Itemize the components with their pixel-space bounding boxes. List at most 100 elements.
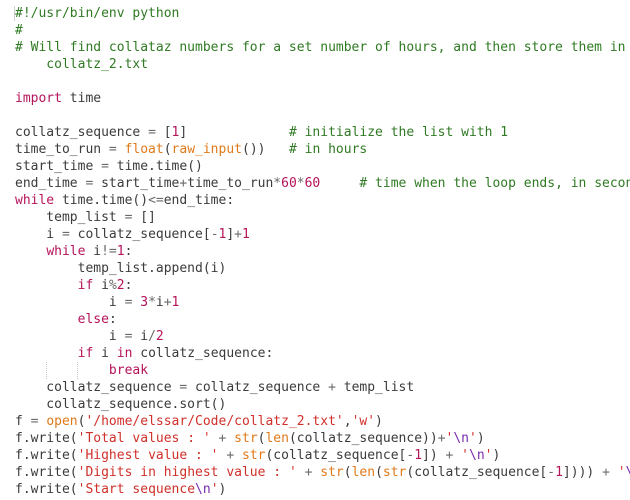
code-text-token: (collatz_sequence)) — [288, 431, 438, 446]
code-line[interactable]: temp_list = [] — [15, 209, 630, 226]
code-line[interactable]: end_time = start_time+time_to_run*60*60 … — [15, 175, 630, 192]
operator-token: + — [226, 448, 235, 463]
code-line[interactable] — [15, 73, 630, 90]
code-line[interactable]: else: — [15, 311, 630, 328]
builtin-token: len — [351, 465, 376, 480]
code-line[interactable]: if i%2: — [15, 277, 630, 294]
code-text-token: i — [85, 244, 102, 259]
number-token: 3 — [140, 295, 149, 310]
string-token: ' — [617, 465, 626, 480]
operator-token: + — [163, 295, 172, 310]
code-text-token: temp_list.append(i) — [15, 261, 227, 276]
code-text-token: i — [15, 295, 125, 310]
code-text-token: temp_list — [15, 210, 125, 225]
code-text-token: ) — [476, 431, 485, 446]
code-line[interactable]: temp_list.append(i) — [15, 260, 630, 277]
code-line[interactable]: collatz_sequence = [1] # initialize the … — [15, 124, 630, 141]
keyword-token: in — [116, 346, 133, 361]
code-text-token: [] — [132, 210, 156, 225]
number-token: 1 — [116, 244, 125, 259]
code-line[interactable]: i = 3*i+1 — [15, 294, 630, 311]
operator-token: / — [148, 329, 156, 344]
string-token: 'Total values : ' — [77, 431, 211, 446]
code-line[interactable]: start_time = time.time() — [15, 158, 630, 175]
code-line[interactable]: collatz_sequence = collatz_sequence + te… — [15, 379, 630, 396]
code-text-token: end_time: — [163, 193, 235, 208]
number-token: 1 — [242, 227, 250, 242]
builtin-token: str — [320, 465, 344, 480]
string-token: ' — [469, 431, 477, 446]
code-line[interactable]: if i in collatz_sequence: — [15, 345, 630, 362]
operator-token: = — [148, 125, 156, 140]
code-text-token: time.time() — [54, 193, 149, 208]
code-text-token: i — [93, 278, 109, 293]
code-text-token: : — [124, 278, 133, 293]
operator-token: + — [602, 465, 610, 480]
code-line[interactable]: f.write('Start sequence\n') — [15, 481, 630, 498]
number-token: 2 — [155, 329, 164, 344]
operator-token: * — [273, 176, 282, 191]
code-text-token: start_time — [93, 176, 180, 191]
code-line[interactable]: while time.time()<=end_time: — [15, 192, 630, 209]
code-line[interactable]: # Will find collataz numbers for a set n… — [15, 39, 630, 56]
code-text-token: ]) — [422, 448, 446, 463]
code-text-token: [ — [155, 125, 172, 140]
code-text-token: end_time — [15, 176, 86, 191]
code-editor[interactable]: #!/usr/bin/env python # # Will find collat… — [14, 5, 630, 498]
code-line[interactable]: import time — [15, 90, 630, 107]
code-text-token: (collatz_sequence[ — [265, 448, 407, 463]
code-line[interactable]: time_to_run = float(raw_input()) # in ho… — [15, 141, 630, 158]
code-text-token: start_time — [15, 159, 102, 174]
code-text-token: time — [61, 91, 102, 106]
number-token: 1 — [555, 465, 563, 480]
indent-guide — [77, 362, 78, 379]
operator-token: = — [101, 159, 109, 174]
comment-token: # Will find collataz numbers for a set n… — [15, 40, 626, 55]
code-text-token: collatz_sequence — [15, 380, 180, 395]
code-text-token: time_to_run — [15, 142, 109, 157]
code-line[interactable]: while i!=1: — [15, 243, 630, 260]
code-line[interactable]: # — [15, 22, 630, 39]
comment-token: #!/usr/bin/env python — [15, 6, 180, 21]
code-text-token: i — [93, 346, 117, 361]
code-line[interactable] — [15, 107, 630, 124]
code-text-token: , — [343, 414, 352, 429]
code-line[interactable]: #!/usr/bin/env python — [14, 5, 630, 22]
code-line[interactable]: break — [15, 362, 630, 379]
code-text-token: f.write( — [15, 448, 78, 463]
string-token: 'w' — [351, 414, 376, 429]
number-token: 2 — [116, 278, 125, 293]
code-text-token: (collatz_sequence[ — [406, 465, 548, 480]
string-token: ' — [461, 448, 469, 463]
string-token: 'Highest value : ' — [77, 448, 219, 463]
builtin-token: str — [242, 448, 266, 463]
escape-token: \n — [453, 431, 469, 446]
operator-token: = — [61, 227, 70, 242]
code-text-token: : — [124, 244, 133, 259]
code-line[interactable]: collatz_sequence.sort() — [15, 396, 630, 413]
code-text-token: ) — [492, 448, 501, 463]
number-token: 1 — [171, 295, 180, 310]
keyword-token: while — [46, 244, 86, 259]
code-text-token: f.write( — [15, 465, 78, 480]
code-line[interactable]: f.write('Highest value : ' + str(collatz… — [15, 447, 630, 464]
string-token: '/home/elssar/Code/collatz_2.txt' — [85, 414, 344, 429]
operator-token: % — [108, 278, 117, 293]
indent-guide — [46, 362, 47, 379]
keyword-token: break — [108, 363, 149, 378]
code-line[interactable]: i = collatz_sequence[-1]+1 — [15, 226, 630, 243]
code-line[interactable]: collatz_2.txt — [15, 56, 630, 73]
code-line[interactable]: f.write('Total values : ' + str(len(coll… — [15, 430, 630, 447]
string-token: 'Start sequence — [77, 482, 196, 497]
code-line[interactable]: f = open('/home/elssar/Code/collatz_2.tx… — [15, 413, 630, 430]
code-line[interactable]: f.write('Digits in highest value : ' + s… — [15, 464, 630, 481]
code-line[interactable]: i = i/2 — [15, 328, 630, 345]
